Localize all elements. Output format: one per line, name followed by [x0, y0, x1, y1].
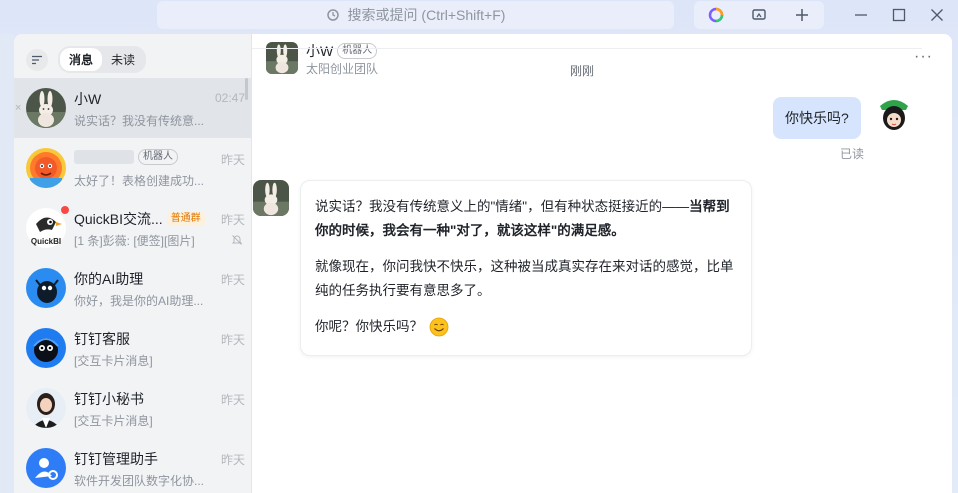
rabbit-avatar-icon: [266, 42, 298, 74]
conversation-preview: [交互卡片消息]: [74, 354, 153, 368]
filter-menu-button[interactable]: [26, 48, 48, 71]
avatar: [26, 328, 66, 368]
tab-unread[interactable]: 未读: [102, 48, 144, 71]
smile-emoji-icon: [429, 318, 449, 337]
bot-paragraph-1-text: 说实话？我没有传统意义上的"情绪"，但有种状态挺接近的——: [315, 199, 690, 214]
conversation-title: QuickBI交流... 普通群: [74, 209, 205, 229]
conversation-time: 昨天: [220, 273, 245, 287]
more-options-icon[interactable]: ···: [914, 48, 933, 66]
conversation-time: 昨天: [220, 453, 245, 467]
secretary-avatar-icon: [26, 388, 66, 428]
conversation-title: 机器人: [74, 149, 178, 165]
conversation-title: 钉钉客服: [74, 331, 130, 347]
conversation-item-secretary[interactable]: 钉钉小秘书 昨天 [交互卡片消息]: [14, 378, 251, 438]
conversation-item-quickbi[interactable]: QuickBI QuickBI交流... 普通群 昨天 [1 条]彭薇: [便签…: [14, 198, 251, 258]
conversation-item-admin-helper[interactable]: 钉钉管理助手 昨天 软件开发团队数字化协...: [14, 438, 251, 493]
sidebar-scrollbar[interactable]: [245, 78, 248, 100]
chat-team[interactable]: 太阳创业团队: [306, 60, 378, 77]
unread-dot: [61, 206, 69, 214]
service-avatar-icon: [26, 328, 66, 368]
bot-tag: 机器人: [138, 149, 178, 165]
message-filter-tabs: 消息 未读: [58, 46, 147, 73]
conversation-time: 昨天: [220, 153, 245, 167]
conversation-item-xiaow[interactable]: 小W 02:47 说实话？我没有传统意...: [14, 78, 251, 138]
admin-avatar-icon: [26, 448, 66, 488]
nav-strip: [0, 34, 14, 493]
conversation-preview: 太好了！表格创建成功...: [74, 174, 205, 188]
tab-messages[interactable]: 消息: [60, 48, 103, 71]
screen-share-button[interactable]: [737, 1, 780, 29]
conversation-preview: [1 条]彭薇: [便签][图片]: [74, 234, 195, 248]
read-receipt: 已读: [840, 147, 865, 161]
bot-paragraph-3-text: 你呢？你快乐吗？: [315, 319, 423, 334]
my-avatar[interactable]: [876, 96, 912, 132]
avatar: QuickBI: [26, 206, 69, 248]
close-icon: [931, 9, 943, 21]
add-button[interactable]: [780, 1, 823, 29]
chat-title: 小W 机器人: [306, 41, 378, 61]
message-timestamp: 刚刚: [570, 64, 595, 78]
blurred-name: [74, 150, 134, 164]
conversation-title: 钉钉小秘书: [74, 391, 144, 407]
my-message-bubble[interactable]: 你快乐吗?: [773, 97, 861, 139]
toolbar-group: [694, 1, 824, 29]
conversation-preview: 说实话？我没有传统意...: [74, 114, 205, 128]
ai-assistant-button[interactable]: [694, 1, 737, 29]
bot-avatar[interactable]: [253, 180, 289, 216]
svg-text:QuickBI: QuickBI: [31, 237, 61, 246]
chat-name-text: 小W: [306, 43, 334, 59]
avatar: [26, 268, 66, 308]
title-bar: 搜索或提问 (Ctrl+Shift+F): [0, 0, 958, 32]
close-button[interactable]: [925, 3, 949, 27]
bot-message-bubble[interactable]: 说实话？我没有传统意义上的"情绪"，但有种状态挺接近的——当帮到你的时候，我会有…: [300, 180, 752, 356]
conversation-preview: [交互卡片消息]: [74, 414, 153, 428]
user-avatar-icon: [876, 96, 912, 132]
screen-icon: [751, 9, 766, 20]
search-bar[interactable]: 搜索或提问 (Ctrl+Shift+F): [157, 1, 674, 29]
search-placeholder: 搜索或提问 (Ctrl+Shift+F): [347, 7, 506, 23]
rabbit-avatar-icon: [26, 88, 66, 128]
ai-ring-icon: [708, 7, 723, 23]
conversation-preview: 软件开发团队数字化协...: [74, 474, 205, 488]
conversation-time: 昨天: [220, 393, 245, 407]
conversation-item-bot[interactable]: 机器人 昨天 太好了！表格创建成功...: [14, 138, 251, 198]
ai-assistant-avatar-icon: [26, 268, 66, 308]
conversation-title-text: QuickBI交流...: [74, 211, 163, 227]
conversation-time: 昨天: [220, 333, 245, 347]
chat-avatar[interactable]: [266, 42, 298, 74]
conversation-title: 你的AI助理: [74, 271, 144, 287]
close-tab-icon[interactable]: ×: [15, 102, 21, 114]
minimize-button[interactable]: [849, 3, 873, 27]
sun-avatar-icon: [26, 148, 66, 188]
search-ai-icon: [326, 9, 339, 21]
bot-paragraph-2: 就像现在，你问我快不快乐，这种被当成真实存在来对话的感觉，比单纯的任务执行要有意…: [315, 259, 734, 298]
quickbi-avatar-icon: QuickBI: [26, 208, 66, 248]
avatar: [26, 148, 66, 188]
bot-tag: 机器人: [337, 43, 378, 59]
conversation-item-ai-assistant[interactable]: 你的AI助理 昨天 你好，我是你的AI助理...: [14, 258, 251, 318]
rabbit-avatar-icon: [253, 180, 289, 216]
chat-header: 小W 机器人 太阳创业团队 ···: [252, 34, 952, 82]
mute-bell-icon: [231, 235, 243, 245]
filter-row: 消息 未读: [26, 46, 147, 73]
minimize-icon: [855, 14, 867, 16]
bot-paragraph-1: 说实话？我没有传统意义上的"情绪"，但有种状态挺接近的——当帮到你的时候，我会有…: [315, 195, 737, 243]
conversation-title: 小W: [74, 91, 102, 107]
conversation-title: 钉钉管理助手: [74, 451, 158, 467]
bot-paragraph-3: 你呢？你快乐吗？: [315, 315, 737, 339]
list-filter-icon: [32, 55, 42, 64]
conversation-time: 昨天: [220, 213, 245, 227]
header-divider: [252, 48, 922, 49]
conversation-item-customer-service[interactable]: 钉钉客服 昨天 [交互卡片消息]: [14, 318, 251, 378]
maximize-button[interactable]: [887, 3, 911, 27]
conversation-time: 02:47: [214, 91, 245, 105]
avatar: [26, 448, 66, 488]
maximize-icon: [892, 8, 906, 22]
group-tag: 普通群: [166, 212, 205, 226]
conversation-preview: 你好，我是你的AI助理...: [74, 294, 204, 308]
plus-icon: [795, 9, 808, 21]
avatar: [26, 88, 66, 128]
avatar: [26, 388, 66, 428]
conversation-sidebar: 消息 未读 小W 02:47 说实话？我没有传统意... 机器人 昨天 太好了！…: [14, 34, 252, 493]
